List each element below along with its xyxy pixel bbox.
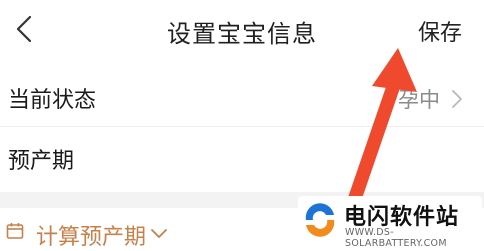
chevron-down-icon (151, 229, 167, 238)
status-row[interactable]: 当前状态 孕中 (0, 66, 484, 127)
save-button[interactable]: 保存 (418, 15, 462, 47)
page-title: 设置宝宝信息 (167, 20, 317, 48)
due-date-label: 预产期 (8, 149, 75, 174)
site-watermark: 电闪软件站 WWW.DS-SOLARBATTERY.COM (298, 196, 482, 249)
status-label: 当前状态 (8, 88, 97, 113)
due-date-row[interactable]: 预产期 (0, 127, 484, 191)
site-logo-icon (305, 203, 335, 237)
calculate-due-date-label: 计算预产期 (36, 225, 147, 250)
nav-bar: 设置宝宝信息 保存 (0, 0, 484, 60)
status-value: 孕中 (398, 88, 440, 112)
calendar-icon (6, 223, 24, 239)
chevron-right-icon (452, 90, 462, 108)
